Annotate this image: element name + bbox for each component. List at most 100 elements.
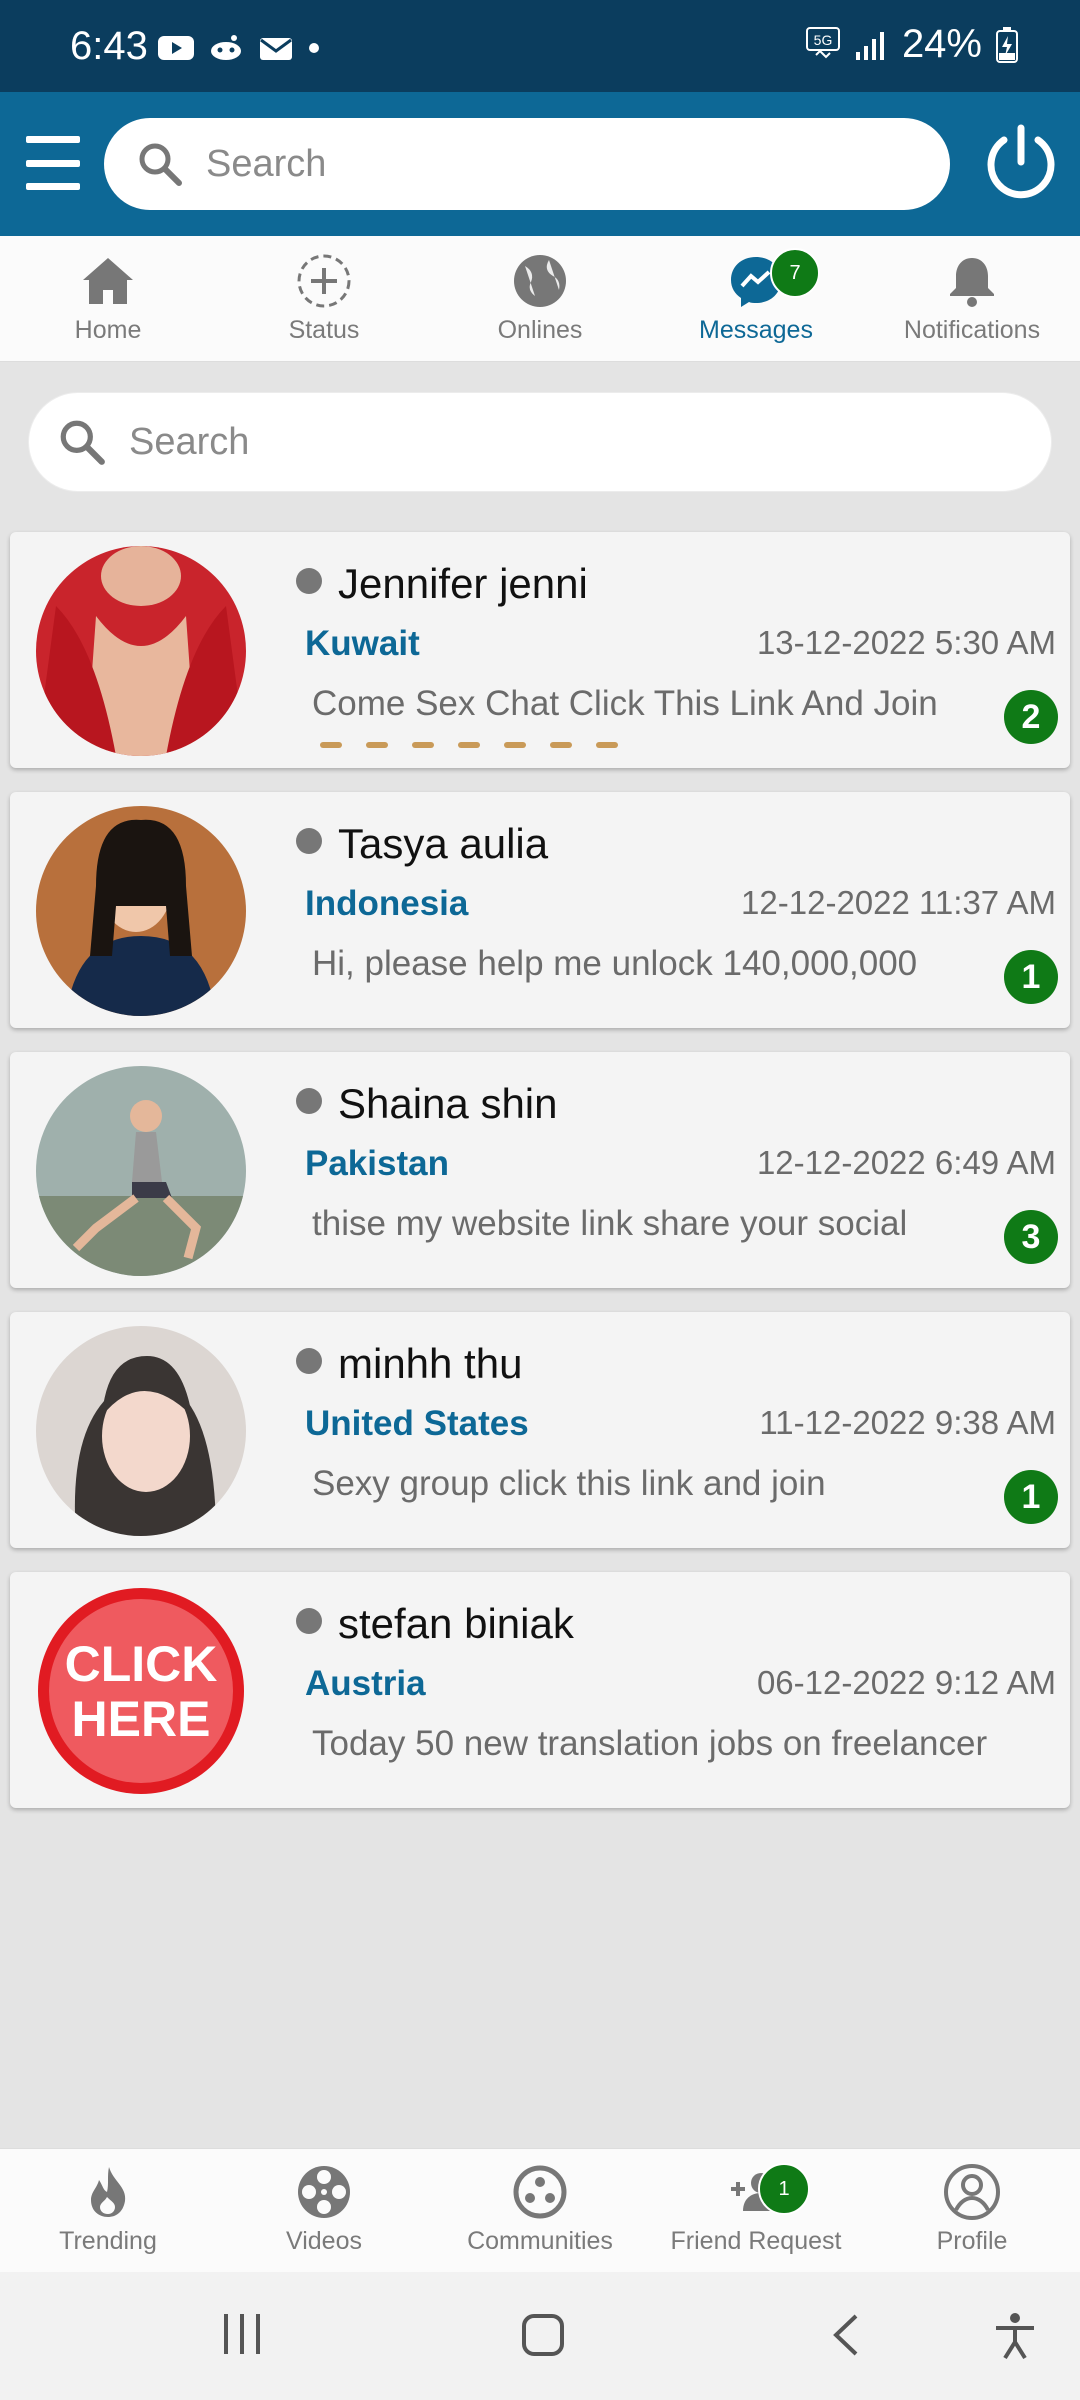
- nav-videos[interactable]: Videos: [216, 2149, 432, 2273]
- messages-search-input[interactable]: [129, 420, 729, 464]
- typing-indicator: [320, 742, 618, 748]
- mail-icon: [260, 38, 292, 60]
- contact-name: Shaina shin: [338, 1080, 558, 1127]
- avatar[interactable]: CLICK HERE: [36, 1586, 246, 1796]
- film-reel-icon: [298, 2166, 350, 2218]
- contact-country: United States: [305, 1404, 529, 1443]
- recent-apps-icon[interactable]: [222, 2312, 262, 2356]
- message-date: 11-12-2022 9:38 AM: [759, 1404, 1056, 1441]
- avatar[interactable]: [36, 806, 246, 1016]
- tab-label: Messages: [699, 316, 813, 344]
- contact-country: Pakistan: [305, 1144, 449, 1183]
- avatar[interactable]: [36, 1066, 246, 1276]
- message-preview: Hi, please help me unlock 140,000,000: [312, 944, 918, 983]
- profile-icon: [944, 2164, 1000, 2220]
- system-nav-bar: [0, 2272, 1080, 2400]
- power-icon[interactable]: [982, 122, 1060, 204]
- contact-name: stefan biniak: [338, 1600, 574, 1647]
- search-icon: [139, 143, 182, 186]
- global-search-bar[interactable]: [104, 118, 950, 210]
- nav-communities[interactable]: Communities: [432, 2149, 648, 2273]
- battery-charging-icon: [996, 26, 1018, 63]
- tab-messages[interactable]: Messages 7: [648, 236, 864, 362]
- presence-dot: [296, 828, 322, 854]
- app-bar: [0, 92, 1080, 236]
- nav-label: Trending: [59, 2227, 157, 2255]
- home-icon: [83, 258, 133, 304]
- tab-label: Home: [74, 316, 142, 344]
- message-date: 12-12-2022 6:49 AM: [756, 1144, 1056, 1181]
- contact-name: minhh thu: [338, 1340, 523, 1387]
- tab-label: Notifications: [903, 316, 1041, 344]
- message-preview: Today 50 new translation jobs on freelan…: [312, 1724, 988, 1763]
- menu-icon[interactable]: [26, 136, 80, 190]
- status-right: 5G 24%: [805, 22, 1018, 67]
- message-preview: Come Sex Chat Click This Link And Join: [312, 684, 938, 723]
- tab-status[interactable]: Status: [216, 236, 432, 362]
- contact-country: Indonesia: [305, 884, 469, 923]
- conversation-list: Jennifer jenni Kuwait 13-12-2022 5:30 AM…: [10, 532, 1070, 1832]
- nav-label: Profile: [936, 2227, 1008, 2255]
- tab-notifications[interactable]: Notifications: [864, 236, 1080, 362]
- messages-search-bar[interactable]: [28, 392, 1052, 492]
- avatar[interactable]: [36, 1326, 246, 1536]
- nav-friend-request[interactable]: Friend Request 1: [648, 2149, 864, 2273]
- tab-label: Onlines: [497, 316, 583, 344]
- flame-icon: [91, 2167, 126, 2217]
- search-icon: [60, 420, 105, 465]
- nav-profile[interactable]: Profile: [864, 2149, 1080, 2273]
- home-button-icon[interactable]: [520, 2312, 566, 2358]
- tab-onlines[interactable]: Onlines: [432, 236, 648, 362]
- status-bar: 6:43 5G 24%: [0, 0, 1080, 92]
- status-time: 6:43: [70, 24, 148, 68]
- add-status-icon: [297, 254, 351, 308]
- tab-home[interactable]: Home: [0, 236, 216, 362]
- conversation-item[interactable]: minhh thu United States 11-12-2022 9:38 …: [10, 1312, 1070, 1548]
- unread-badge: 3: [1004, 1210, 1058, 1264]
- nav-label: Friend Request: [670, 2227, 842, 2255]
- conversation-item[interactable]: Tasya aulia Indonesia 12-12-2022 11:37 A…: [10, 792, 1070, 1028]
- battery-percent: 24%: [901, 22, 982, 66]
- globe-icon: [514, 255, 566, 307]
- back-icon[interactable]: [830, 2312, 860, 2358]
- messages-badge: 7: [770, 248, 820, 298]
- message-preview: thise my website link share your social: [312, 1204, 908, 1243]
- youtube-icon: [158, 36, 194, 60]
- nav-label: Videos: [286, 2227, 362, 2255]
- contact-name: Jennifer jenni: [338, 560, 588, 607]
- message-date: 12-12-2022 11:37 AM: [741, 884, 1056, 921]
- conversation-item[interactable]: Jennifer jenni Kuwait 13-12-2022 5:30 AM…: [10, 532, 1070, 768]
- more-notifications-dot-icon: [309, 43, 319, 53]
- nav-label: Communities: [467, 2227, 613, 2255]
- svg-text:5G: 5G: [814, 32, 833, 48]
- presence-dot: [296, 1348, 322, 1374]
- nav-trending[interactable]: Trending: [0, 2149, 216, 2273]
- avatar[interactable]: [36, 546, 246, 756]
- unread-badge: 1: [1004, 950, 1058, 1004]
- accessibility-icon[interactable]: [994, 2312, 1036, 2360]
- contact-country: Austria: [305, 1664, 426, 1703]
- presence-dot: [296, 1088, 322, 1114]
- bell-icon: [950, 258, 994, 307]
- notification-icons: [158, 34, 320, 62]
- message-preview: Sexy group click this link and join: [312, 1464, 826, 1503]
- conversation-item[interactable]: CLICK HERE stefan biniak Austria 06-12-2…: [10, 1572, 1070, 1808]
- bottom-nav: Trending Videos Communities Friend Reque…: [0, 2148, 1080, 2272]
- global-search-input[interactable]: [206, 142, 806, 186]
- network-5g-icon: 5G: [805, 26, 840, 58]
- reddit-icon: [211, 35, 241, 60]
- svg-text:HERE: HERE: [72, 1691, 211, 1747]
- svg-text:CLICK: CLICK: [65, 1636, 218, 1692]
- presence-dot: [296, 1608, 322, 1634]
- conversation-item[interactable]: Shaina shin Pakistan 12-12-2022 6:49 AM …: [10, 1052, 1070, 1288]
- communities-icon: [513, 2165, 567, 2219]
- message-date: 13-12-2022 5:30 AM: [756, 624, 1056, 661]
- unread-badge: 1: [1004, 1470, 1058, 1524]
- top-tabs: Home Status Onlines Messages 7 Notificat…: [0, 236, 1080, 362]
- unread-badge: 2: [1004, 690, 1058, 744]
- message-date: 06-12-2022 9:12 AM: [756, 1664, 1056, 1701]
- tab-label: Status: [288, 316, 360, 344]
- contact-name: Tasya aulia: [338, 820, 549, 867]
- signal-icon: [855, 31, 884, 60]
- presence-dot: [296, 568, 322, 594]
